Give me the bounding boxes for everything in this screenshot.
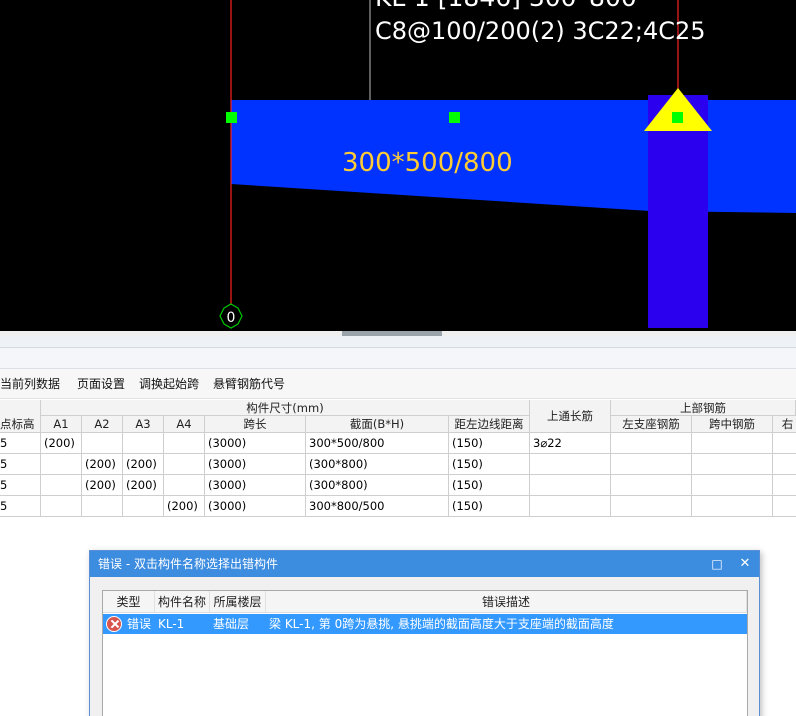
error-component-name[interactable]: KL-1 — [158, 614, 184, 634]
cantilever-rebar-code-button[interactable]: 悬臂钢筋代号 — [213, 376, 285, 392]
cell-right-rebar[interactable] — [773, 433, 796, 454]
column-header-floor[interactable]: 所属楼层 — [210, 591, 266, 613]
cell-a2[interactable] — [82, 496, 123, 517]
cell-a4[interactable] — [164, 454, 205, 475]
cell-through-rebar[interactable] — [530, 454, 611, 475]
error-description: 梁 KL-1, 第 0跨为悬挑, 悬挑端的截面高度大于支座端的截面高度 — [269, 617, 614, 631]
header-group-top-rebar: 上部钢筋 — [611, 400, 796, 416]
cell-edge-distance[interactable]: (150) — [449, 496, 530, 517]
header-elevation[interactable]: 点标高 — [0, 416, 41, 433]
cell-section[interactable]: 300*800/500 — [306, 496, 449, 517]
cad-viewport[interactable]: 0 KL-1 [1846] 300*800 C8@100/200(2) 3C22… — [0, 0, 796, 331]
error-row[interactable]: 错误 KL-1 基础层 梁 KL-1, 第 0跨为悬挑, 悬挑端的截面高度大于支… — [103, 614, 747, 634]
cell-mid-span-rebar[interactable] — [692, 454, 773, 475]
header-right-rebar[interactable]: 右 — [773, 416, 796, 433]
header-edge-distance[interactable]: 距左边线距离 — [449, 416, 530, 433]
cell-a1[interactable]: (200) — [41, 433, 82, 454]
axis-label: 0 — [227, 310, 236, 326]
cell-elevation[interactable]: 5 — [0, 496, 41, 517]
header-a1[interactable]: A1 — [41, 416, 82, 433]
cell-right-rebar[interactable] — [773, 475, 796, 496]
grip-point[interactable] — [449, 112, 460, 123]
section-label: 300*500/800 — [342, 148, 513, 178]
header-through-rebar[interactable]: 上通长筋 — [530, 400, 611, 433]
error-dialog: 错误 - 双击构件名称选择出错构件 □ ✕ 类型 构件名称 所属楼层 错误描述 … — [89, 550, 760, 716]
page-setup-button[interactable]: 页面设置 — [77, 376, 125, 392]
cell-a1[interactable] — [41, 454, 82, 475]
cell-section[interactable]: 300*500/800 — [306, 433, 449, 454]
cad-drawing[interactable]: 0 KL-1 [1846] 300*800 C8@100/200(2) 3C22… — [0, 0, 796, 331]
header-a3[interactable]: A3 — [123, 416, 164, 433]
maximize-icon[interactable]: □ — [704, 551, 730, 577]
column-header-type[interactable]: 类型 — [103, 591, 155, 613]
swap-start-span-button[interactable]: 调换起始跨 — [139, 376, 199, 392]
dialog-body: 类型 构件名称 所属楼层 错误描述 错误 KL-1 基础层 梁 KL-1, 第 … — [90, 577, 759, 716]
cell-edge-distance[interactable]: (150) — [449, 454, 530, 475]
cell-a4[interactable] — [164, 433, 205, 454]
cell-mid-span-rebar[interactable] — [692, 475, 773, 496]
cell-section[interactable]: (300*800) — [306, 454, 449, 475]
header-left-support-rebar[interactable]: 左支座钢筋 — [611, 416, 692, 433]
cell-a1[interactable] — [41, 496, 82, 517]
cell-span[interactable]: (3000) — [205, 475, 306, 496]
cell-through-rebar[interactable] — [530, 496, 611, 517]
header-spacer — [0, 400, 41, 416]
cell-mid-span-rebar[interactable] — [692, 433, 773, 454]
cell-a2[interactable]: (200) — [82, 454, 123, 475]
cell-left-support-rebar[interactable] — [611, 454, 692, 475]
header-a4[interactable]: A4 — [164, 416, 205, 433]
header-section[interactable]: 截面(B*H) — [306, 416, 449, 433]
error-icon — [106, 616, 122, 632]
cell-span[interactable]: (3000) — [205, 454, 306, 475]
panel-tab-strip — [0, 348, 796, 369]
dialog-title: 错误 - 双击构件名称选择出错构件 — [98, 557, 278, 571]
cell-elevation[interactable]: 5 — [0, 454, 41, 475]
error-type: 错误 — [127, 617, 152, 631]
clear-column-button[interactable]: 除当前列数据 — [0, 376, 60, 392]
cell-a1[interactable] — [41, 475, 82, 496]
close-icon[interactable]: ✕ — [732, 551, 758, 577]
header-span[interactable]: 跨长 — [205, 416, 306, 433]
cell-elevation[interactable]: 5 — [0, 475, 41, 496]
cell-span[interactable]: (3000) — [205, 496, 306, 517]
cell-elevation[interactable]: 5 — [0, 433, 41, 454]
cell-right-rebar[interactable] — [773, 454, 796, 475]
table-toolbar: 除当前列数据 页面设置 调换起始跨 悬臂钢筋代号 — [0, 369, 796, 399]
cell-a3[interactable]: (200) — [123, 454, 164, 475]
panel-header-strip — [0, 336, 796, 348]
cell-left-support-rebar[interactable] — [611, 496, 692, 517]
dialog-title-bar[interactable]: 错误 - 双击构件名称选择出错构件 □ ✕ — [90, 551, 759, 577]
cell-left-support-rebar[interactable] — [611, 475, 692, 496]
cell-a4[interactable] — [164, 475, 205, 496]
header-mid-span-rebar[interactable]: 跨中钢筋 — [692, 416, 773, 433]
cell-a3[interactable] — [123, 433, 164, 454]
cell-right-rebar[interactable] — [773, 496, 796, 517]
cell-a3[interactable] — [123, 496, 164, 517]
beam-data-grid[interactable]: 构件尺寸(mm) 上通长筋 上部钢筋 点标高 A1 A2 A3 A4 跨长 截面… — [0, 399, 796, 517]
cell-through-rebar[interactable] — [530, 475, 611, 496]
error-list[interactable]: 类型 构件名称 所属楼层 错误描述 错误 KL-1 基础层 梁 KL-1, 第 … — [102, 590, 748, 716]
cell-edge-distance[interactable]: (150) — [449, 475, 530, 496]
header-group-dimensions: 构件尺寸(mm) — [41, 400, 530, 416]
grip-point[interactable] — [226, 112, 237, 123]
beam-shape[interactable] — [231, 100, 796, 213]
cell-edge-distance[interactable]: (150) — [449, 433, 530, 454]
grip-point[interactable] — [672, 112, 683, 123]
cell-through-rebar[interactable]: 3⌀22 — [530, 433, 611, 454]
error-floor: 基础层 — [213, 617, 250, 631]
cell-a2[interactable]: (200) — [82, 475, 123, 496]
column-header-description[interactable]: 错误描述 — [266, 591, 747, 613]
beam-label-line1: KL-1 [1846] 300*800 — [375, 0, 637, 12]
cell-span[interactable]: (3000) — [205, 433, 306, 454]
cell-mid-span-rebar[interactable] — [692, 496, 773, 517]
cell-a3[interactable]: (200) — [123, 475, 164, 496]
header-a2[interactable]: A2 — [82, 416, 123, 433]
cell-a2[interactable] — [82, 433, 123, 454]
beam-label-line2: C8@100/200(2) 3C22;4C25 — [375, 17, 706, 45]
cell-section[interactable]: (300*800) — [306, 475, 449, 496]
cell-a4[interactable]: (200) — [164, 496, 205, 517]
column-header-component-name[interactable]: 构件名称 — [155, 591, 210, 613]
cell-left-support-rebar[interactable] — [611, 433, 692, 454]
